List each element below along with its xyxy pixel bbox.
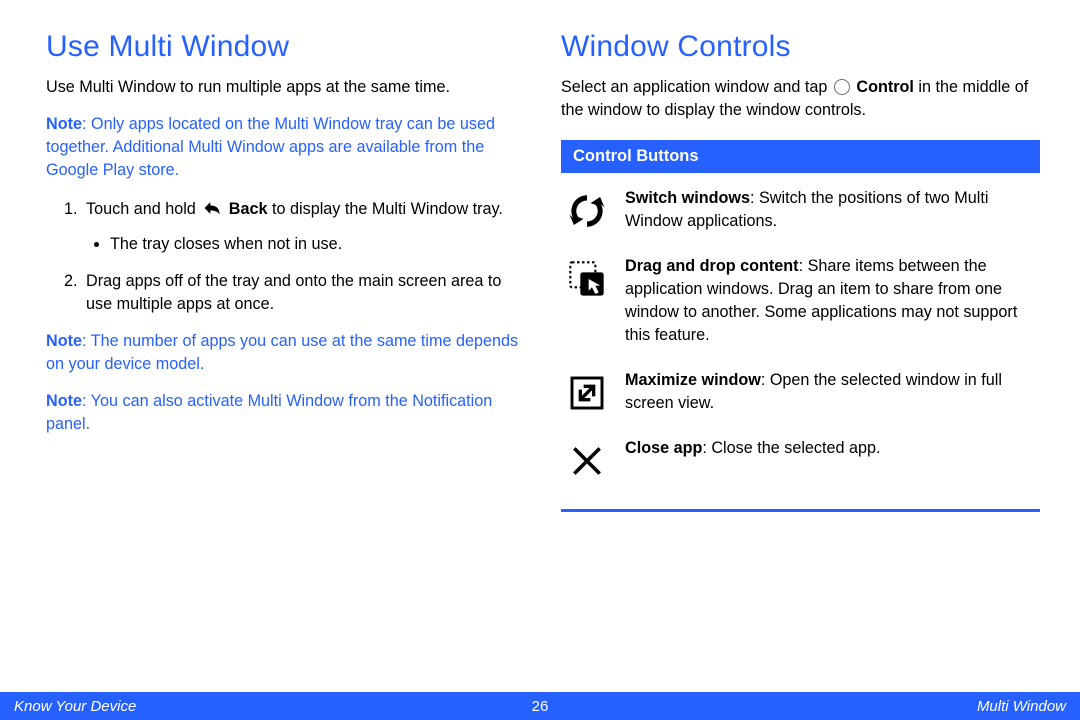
- control-desc: Switch windows: Switch the positions of …: [625, 187, 1036, 233]
- step-1-pre: Touch and hold: [86, 200, 200, 218]
- back-icon: [202, 199, 222, 217]
- note-body: : The number of apps you can use at the …: [46, 332, 518, 373]
- control-title: Maximize window: [625, 371, 761, 389]
- step-1-sub: The tray closes when not in use.: [110, 233, 525, 256]
- control-desc: Maximize window: Open the selected windo…: [625, 369, 1036, 415]
- control-maximize: Maximize window: Open the selected windo…: [565, 369, 1036, 415]
- drag-drop-icon: [565, 257, 609, 301]
- step-1-post: to display the Multi Window tray.: [268, 200, 503, 218]
- note-tray-apps: Note: Only apps located on the Multi Win…: [46, 113, 525, 182]
- intro-text: Use Multi Window to run multiple apps at…: [46, 76, 525, 99]
- section-control-buttons: Control Buttons: [561, 140, 1040, 173]
- step-1: Touch and hold Back to display the Multi…: [82, 198, 525, 256]
- footer-right: Multi Window: [977, 698, 1066, 715]
- switch-windows-icon: [565, 189, 609, 233]
- right-column: Window Controls Select an application wi…: [561, 30, 1040, 512]
- footer-left: Know Your Device: [14, 698, 136, 715]
- note-label: Note: [46, 392, 82, 410]
- intro-bold: Control: [852, 78, 914, 96]
- control-title: Switch windows: [625, 189, 750, 207]
- intro-window-controls: Select an application window and tap Con…: [561, 76, 1040, 122]
- columns: Use Multi Window Use Multi Window to run…: [46, 30, 1040, 512]
- heading-use-multi-window: Use Multi Window: [46, 30, 525, 64]
- control-title: Drag and drop content: [625, 257, 799, 275]
- intro-pre: Select an application window and tap: [561, 78, 832, 96]
- control-title: Close app: [625, 439, 702, 457]
- note-label: Note: [46, 115, 82, 133]
- control-circle-icon: [834, 79, 850, 95]
- note-body: : Only apps located on the Multi Window …: [46, 115, 495, 179]
- note-label: Note: [46, 332, 82, 350]
- control-drag-drop: Drag and drop content: Share items betwe…: [565, 255, 1036, 347]
- control-text: : Close the selected app.: [702, 439, 880, 457]
- step-2: Drag apps off of the tray and onto the m…: [82, 270, 525, 316]
- manual-page: Use Multi Window Use Multi Window to run…: [0, 0, 1080, 720]
- control-switch-windows: Switch windows: Switch the positions of …: [565, 187, 1036, 233]
- step-1-bold: Back: [224, 200, 267, 218]
- maximize-icon: [565, 371, 609, 415]
- note-app-count: Note: The number of apps you can use at …: [46, 330, 525, 376]
- note-body: : You can also activate Multi Window fro…: [46, 392, 492, 433]
- note-notification-panel: Note: You can also activate Multi Window…: [46, 390, 525, 436]
- footer-page-number: 26: [532, 698, 549, 715]
- control-desc: Close app: Close the selected app.: [625, 437, 1036, 460]
- control-close-app: Close app: Close the selected app.: [565, 437, 1036, 483]
- close-icon: [565, 439, 609, 483]
- control-buttons-list: Switch windows: Switch the positions of …: [561, 173, 1040, 512]
- left-column: Use Multi Window Use Multi Window to run…: [46, 30, 525, 512]
- heading-window-controls: Window Controls: [561, 30, 1040, 64]
- page-footer: Know Your Device 26 Multi Window: [0, 692, 1080, 720]
- steps-list: Touch and hold Back to display the Multi…: [46, 198, 525, 316]
- step-1-sub-list: The tray closes when not in use.: [86, 233, 525, 256]
- control-desc: Drag and drop content: Share items betwe…: [625, 255, 1036, 347]
